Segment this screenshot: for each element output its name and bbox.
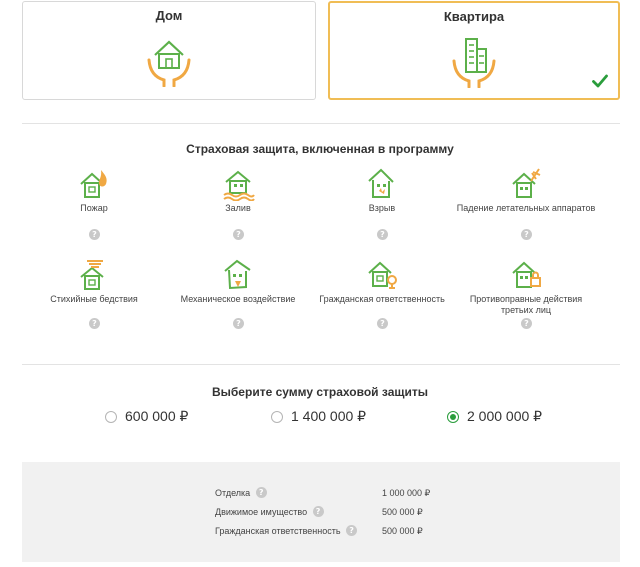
sum-selection-title: Выберите сумму страховой защиты: [211, 385, 428, 399]
risk-label: Стихийные бедствия: [50, 294, 138, 304]
help-icon[interactable]: ?: [377, 318, 388, 329]
help-icon[interactable]: ?: [233, 318, 244, 329]
property-card-apartment[interactable]: Квартира: [328, 1, 620, 100]
property-card-house[interactable]: Дом: [22, 1, 316, 100]
risk-mechanical: Механическое воздействие: [168, 258, 308, 305]
risk-label: Пожар: [80, 203, 108, 213]
summary-value: 1 000 000 ₽: [382, 488, 431, 498]
summary-label: Отделка: [215, 488, 251, 498]
house-explosion-icon: [368, 168, 394, 198]
risk-fire: Пожар: [24, 167, 164, 214]
risk-label: Взрыв: [368, 203, 396, 213]
radio-button[interactable]: [271, 411, 283, 423]
house-hands-icon: [147, 40, 191, 87]
risk-natural-disasters: Стихийные бедствия: [24, 258, 164, 305]
risk-label: Механическое воздействие: [180, 294, 296, 304]
house-tornado-icon: [80, 260, 104, 290]
risk-aircraft: Падение летательных аппаратов: [456, 167, 596, 214]
property-card-house-title: Дом: [155, 8, 183, 23]
house-damage-icon: [224, 259, 251, 290]
coverage-summary: Отделка ? 1 000 000 ₽ Движимое имущество…: [22, 462, 620, 562]
help-icon[interactable]: ?: [89, 318, 100, 329]
risk-label: Гражданская ответственность: [319, 294, 445, 304]
sum-option-amount: 1 400 000 ₽: [291, 408, 367, 424]
help-icon[interactable]: ?: [346, 525, 358, 537]
risk-label: Противоправные действия третьих лиц: [469, 294, 583, 315]
help-icon[interactable]: ?: [255, 487, 267, 499]
apartment-building-hands-icon: [452, 38, 496, 88]
radio-button[interactable]: [105, 411, 117, 423]
radio-button-selected[interactable]: [447, 411, 459, 423]
sum-option-amount: 2 000 000 ₽: [467, 408, 543, 424]
help-icon[interactable]: ?: [521, 229, 532, 240]
divider: [22, 364, 620, 365]
help-icon[interactable]: ?: [312, 506, 324, 518]
risk-third-party: Противоправные действия третьих лиц: [456, 258, 596, 316]
help-icon[interactable]: ?: [89, 229, 100, 240]
selected-check-icon: [592, 74, 608, 88]
risk-flood: Залив: [168, 167, 308, 214]
summary-row-movable-property: Движимое имущество ? 500 000 ₽: [215, 506, 423, 518]
summary-value: 500 000 ₽: [382, 507, 423, 517]
house-aircraft-icon: [512, 168, 541, 198]
risk-label: Залив: [225, 203, 251, 213]
house-liability-icon: [368, 261, 397, 289]
house-fire-icon: [80, 170, 107, 198]
house-burglary-icon: [512, 261, 541, 288]
risk-explosion: Взрыв: [312, 167, 452, 214]
summary-label: Гражданская ответственность: [215, 526, 341, 536]
summary-row-liability: Гражданская ответственность ? 500 000 ₽: [215, 525, 423, 537]
help-icon[interactable]: ?: [377, 229, 388, 240]
help-icon[interactable]: ?: [521, 318, 532, 329]
help-icon[interactable]: ?: [233, 229, 244, 240]
summary-value: 500 000 ₽: [382, 526, 423, 536]
property-card-apartment-title: Квартира: [443, 9, 505, 24]
risk-liability: Гражданская ответственность: [312, 258, 452, 305]
summary-label: Движимое имущество: [215, 507, 308, 517]
divider: [22, 123, 620, 124]
coverage-title: Страховая защита, включенная в программу: [186, 142, 454, 156]
house-flood-icon: [223, 170, 255, 201]
sum-option-amount: 600 000 ₽: [125, 408, 189, 424]
risk-label: Падение летательных аппаратов: [456, 203, 596, 213]
summary-row-finishing: Отделка ? 1 000 000 ₽: [215, 487, 430, 499]
